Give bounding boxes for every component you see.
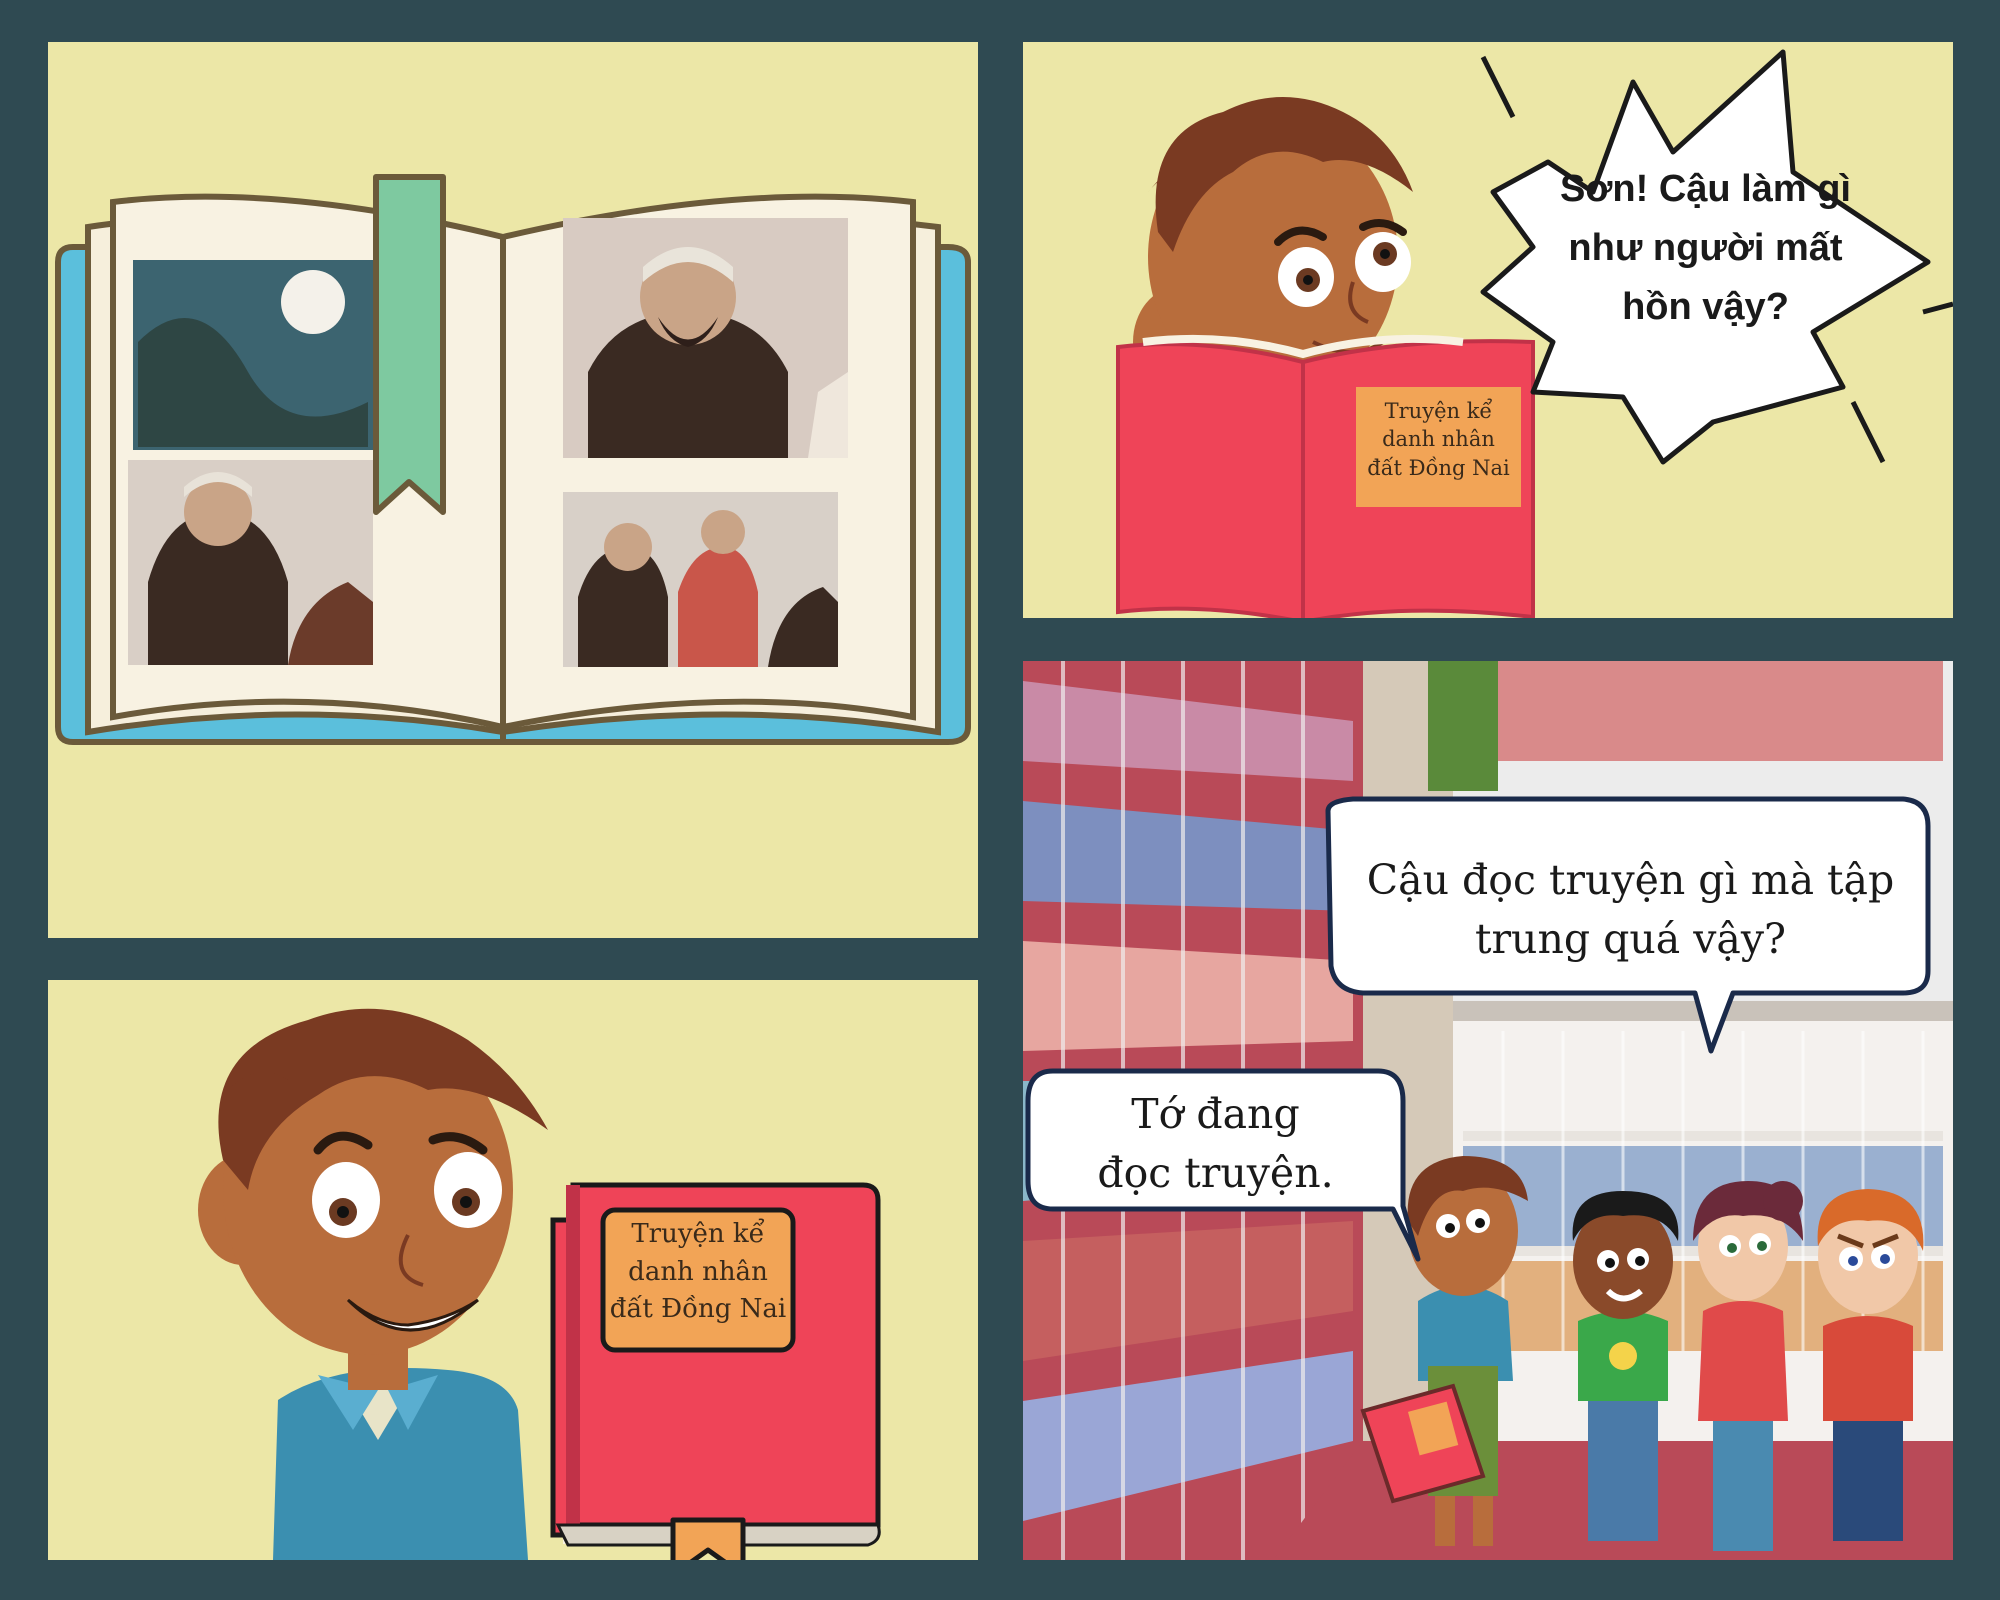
book-title-line: Truyện kể	[631, 1219, 765, 1249]
panel-boy-reading: Truyện kể danh nhân đất Đồng Nai Sơn! Cậ…	[1023, 42, 1953, 618]
speech-friend-text: Cậu đọc truyện gì mà tập trung quá vậy?	[1343, 851, 1918, 970]
open-book-illustration	[55, 174, 971, 745]
book-title-line: Truyện kể	[1384, 399, 1493, 423]
book-title-line: đất Đồng Nai	[1367, 455, 1510, 480]
panel-open-book	[48, 42, 978, 938]
speech-line: hồn vậy?	[1622, 285, 1789, 328]
panel-library: Cậu đọc truyện gì mà tập trung quá vậy? …	[1023, 661, 1953, 1560]
boy-with-book-illustration	[198, 1008, 881, 1560]
speech-line: Cậu đọc truyện gì mà tập	[1366, 856, 1895, 904]
speech-bubble-text: Sơn! Cậu làm gì như người mất hồn vậy?	[1553, 160, 1858, 337]
speech-line: Tớ đang	[1131, 1090, 1300, 1138]
book-title-line: đất Đồng Nai	[609, 1294, 787, 1325]
book-title-line: danh nhân	[628, 1256, 768, 1287]
panel-boy-with-book: Truyện kể danh nhân đất Đồng Nai	[48, 980, 978, 1560]
speech-line: Sơn! Cậu làm gì	[1560, 168, 1851, 210]
speech-boy-text: Tớ đang đọc truyện.	[1043, 1085, 1388, 1204]
book-title-line: danh nhân	[1382, 427, 1495, 452]
speech-line: trung quá vậy?	[1474, 915, 1787, 964]
book-title-label: Truyện kể danh nhân đất Đồng Nai	[603, 1216, 793, 1329]
speech-line: đọc truyện.	[1097, 1149, 1334, 1198]
speech-line: như người mất	[1568, 226, 1843, 269]
book-title-label: Truyện kể danh nhân đất Đồng Nai	[1356, 397, 1521, 482]
